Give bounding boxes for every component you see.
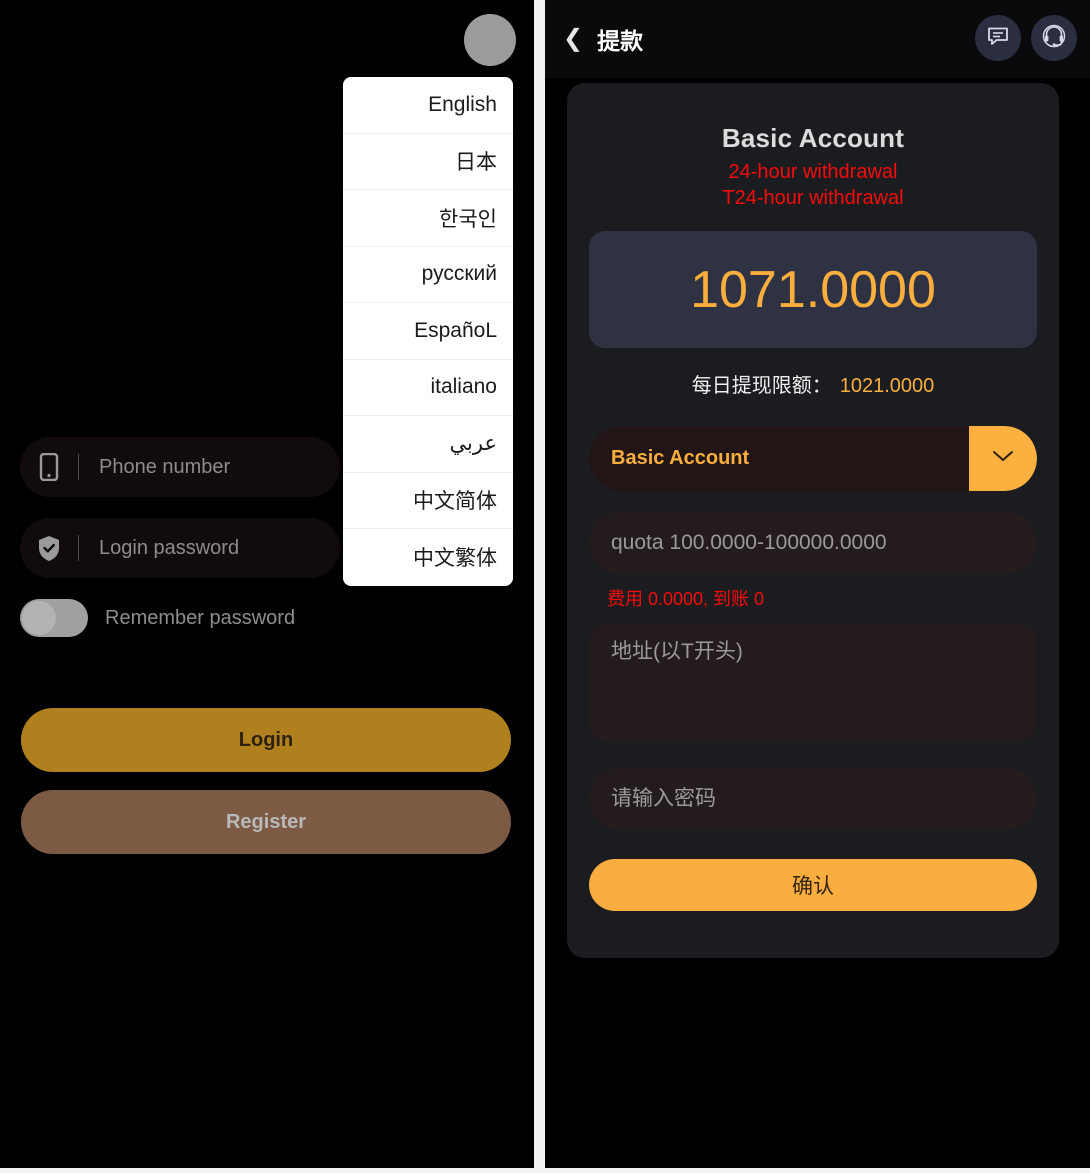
password-input[interactable] — [79, 536, 364, 560]
balance-value: 1071.0000 — [690, 260, 936, 319]
register-button[interactable]: Register — [21, 790, 511, 854]
account-type-title: Basic Account — [721, 123, 905, 153]
login-button[interactable]: Login — [21, 708, 511, 772]
balance-card: 1071.0000 — [589, 231, 1037, 348]
language-option-arabic[interactable]: عربي — [343, 416, 513, 473]
pay-password-field[interactable] — [589, 768, 1037, 830]
remember-password-toggle[interactable] — [20, 599, 88, 637]
fee-note: 费用 0.0000, 到账 0 — [607, 589, 765, 609]
remember-password-row[interactable]: Remember password — [20, 599, 534, 637]
language-option-spanish[interactable]: EspañoL — [343, 303, 513, 360]
account-select-arrow-button[interactable] — [969, 426, 1037, 491]
language-option-italian[interactable]: italiano — [343, 360, 513, 416]
language-option-russian[interactable]: русский — [343, 247, 513, 303]
chat-bubble-icon — [986, 24, 1010, 53]
withdrawal-notice-line-2: T24-hour withdrawal — [722, 187, 904, 209]
login-panel: Remember password Login Register English… — [0, 0, 534, 1168]
account-select[interactable]: Basic Account — [589, 426, 1037, 491]
pay-password-input[interactable] — [589, 787, 1037, 811]
withdraw-panel: ❮ 提款 Basic Account 24-hour withdrawal T2… — [545, 0, 1090, 1168]
language-option-japanese[interactable]: 日本 — [343, 134, 513, 190]
language-option-korean[interactable]: 한국인 — [343, 190, 513, 247]
withdrawal-notice-line-1: 24-hour withdrawal — [728, 161, 898, 183]
phone-input[interactable] — [79, 455, 364, 479]
address-input[interactable] — [611, 638, 1015, 728]
address-field[interactable] — [589, 624, 1037, 742]
page-title: 提款 — [597, 28, 644, 54]
password-field-row[interactable] — [20, 518, 364, 578]
headset-support-icon — [1041, 23, 1067, 54]
language-dropdown[interactable]: English 日本 한국인 русский EspañoL italiano … — [343, 77, 513, 586]
remember-password-label: Remember password — [105, 606, 296, 629]
screen-root: Remember password Login Register English… — [0, 0, 1090, 1173]
withdraw-card: Basic Account 24-hour withdrawal T24-hou… — [567, 83, 1059, 958]
phone-field-row[interactable] — [20, 437, 364, 497]
amount-field[interactable] — [589, 512, 1037, 574]
avatar[interactable] — [464, 14, 516, 66]
header-actions — [975, 15, 1077, 61]
daily-limit-label: 每日提现限额： — [691, 375, 832, 397]
page-header: ❮ 提款 — [545, 0, 1090, 78]
shield-check-icon — [20, 535, 78, 562]
chevron-down-icon — [992, 449, 1014, 468]
language-option-chinese-traditional[interactable]: 中文繁体 — [343, 529, 513, 586]
toggle-knob — [22, 601, 56, 635]
support-button[interactable] — [1031, 15, 1077, 61]
amount-input[interactable] — [589, 531, 1037, 555]
language-option-english[interactable]: English — [343, 77, 513, 134]
daily-limit-row: 每日提现限额： 1021.0000 — [589, 369, 1037, 398]
daily-limit-value: 1021.0000 — [839, 375, 935, 397]
chat-button[interactable] — [975, 15, 1021, 61]
language-option-chinese-simplified[interactable]: 中文简体 — [343, 473, 513, 529]
phone-icon — [20, 453, 78, 481]
account-select-value: Basic Account — [611, 447, 750, 469]
chevron-left-icon[interactable]: ❮ — [563, 27, 583, 51]
confirm-button[interactable]: 确认 — [589, 859, 1037, 911]
